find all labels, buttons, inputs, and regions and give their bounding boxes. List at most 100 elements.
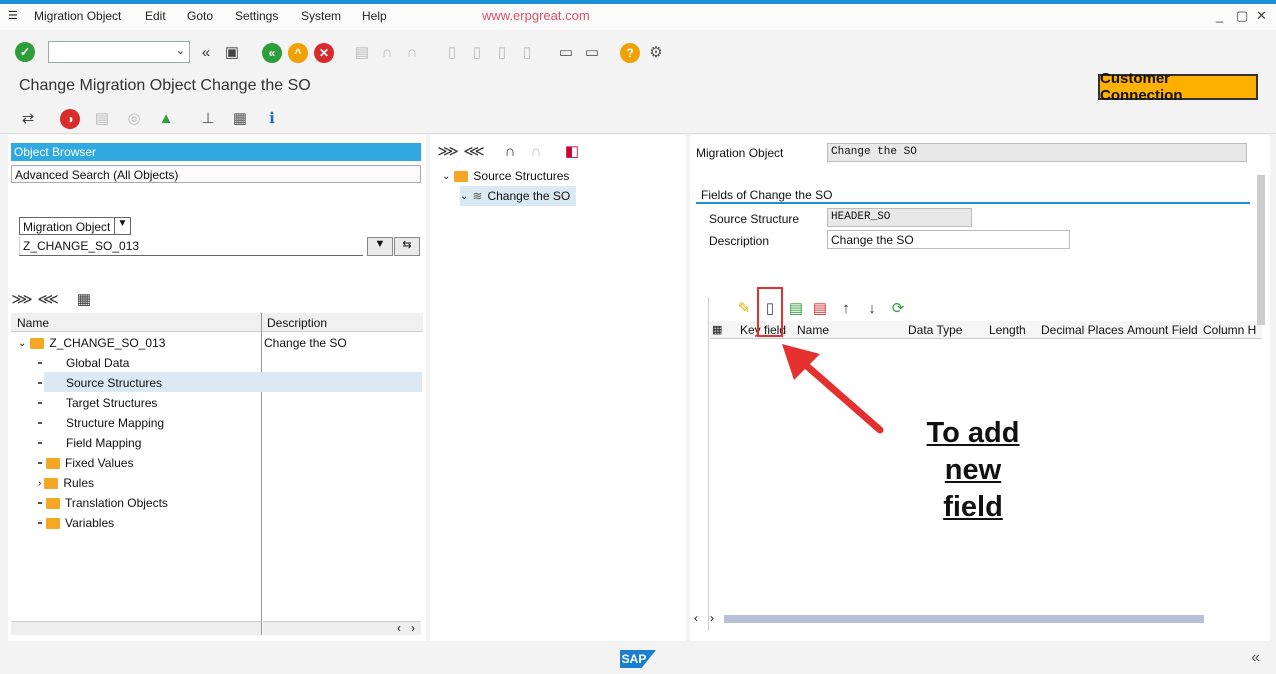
- collapse-all-icon[interactable]: ⋘: [37, 289, 58, 309]
- dropdown-icon[interactable]: ▼: [367, 237, 393, 256]
- tree-node-global-data[interactable]: Global Data: [38, 353, 129, 373]
- chevron-down-icon[interactable]: ⌄: [460, 191, 468, 202]
- sap-logo: SAP: [620, 650, 656, 668]
- scroll-right-icon[interactable]: ›: [411, 621, 415, 635]
- description-field[interactable]: Change the SO: [827, 230, 1070, 249]
- menu-edit[interactable]: Edit: [145, 9, 166, 23]
- create-session-icon[interactable]: ▭: [556, 42, 576, 62]
- chevron-right-icon[interactable]: ›: [38, 478, 41, 489]
- bullet-icon: [38, 382, 42, 384]
- find-icon[interactable]: ∩: [500, 141, 520, 161]
- maximize-icon[interactable]: ▢: [1236, 8, 1248, 24]
- refresh-icon[interactable]: ⟳: [888, 298, 908, 318]
- folder-icon: [30, 337, 45, 349]
- shortcut-icon[interactable]: ▭: [582, 42, 602, 62]
- move-down-icon[interactable]: ↓: [862, 298, 882, 318]
- info-icon[interactable]: ℹ: [262, 108, 282, 128]
- horizontal-scrollbar[interactable]: [724, 615, 1204, 623]
- source-structures-node[interactable]: ⌄ Source Structures: [442, 166, 569, 186]
- horizontal-scrollbar-description[interactable]: ‹ ›: [263, 621, 421, 635]
- generate-icon: ◎: [127, 110, 141, 127]
- move-up-icon[interactable]: ↑: [836, 298, 856, 318]
- menu-system[interactable]: System: [301, 9, 341, 23]
- scroll-left-icon[interactable]: ‹: [694, 611, 698, 625]
- scroll-right-icon[interactable]: ›: [710, 611, 714, 625]
- save-icon[interactable]: ▣: [222, 42, 242, 62]
- mapping-icon[interactable]: ▲: [156, 108, 176, 128]
- exit-icon[interactable]: ^: [288, 43, 308, 63]
- menu-help[interactable]: Help: [362, 9, 387, 23]
- minimize-icon[interactable]: _: [1216, 8, 1223, 23]
- object-browser-tab[interactable]: Object Browser: [11, 143, 421, 161]
- tree-node-source-structures[interactable]: Source Structures: [38, 373, 162, 393]
- tree-node-fixed-values[interactable]: Fixed Values: [38, 453, 133, 473]
- column-decimal-places[interactable]: Decimal Places: [1041, 323, 1124, 337]
- object-type-select[interactable]: Migration Object ▼: [19, 217, 131, 235]
- tree-node-label: Translation Objects: [65, 496, 168, 510]
- hierarchy-icon[interactable]: ⊥: [198, 108, 218, 128]
- menu-migration-object[interactable]: Migration Object: [34, 9, 121, 23]
- command-field[interactable]: ⌄: [48, 41, 190, 63]
- object-type-label: Migration Object: [23, 220, 111, 234]
- structure-options-icon[interactable]: ◧: [562, 141, 582, 161]
- folder-icon: [46, 497, 60, 509]
- menu-settings[interactable]: Settings: [235, 9, 278, 23]
- column-h[interactable]: Column H: [1203, 323, 1256, 337]
- check-icon[interactable]: ◑: [60, 109, 80, 129]
- display-object-icon[interactable]: ⇆: [394, 237, 420, 256]
- tree-node-label: Z_CHANGE_SO_013: [49, 336, 166, 350]
- annotation-line-3: field: [943, 491, 1003, 523]
- tree-node-field-mapping[interactable]: Field Mapping: [38, 433, 141, 453]
- settings-gear-icon[interactable]: ⚙: [646, 42, 666, 62]
- column-name[interactable]: Name: [797, 323, 829, 337]
- advanced-search-tab[interactable]: Advanced Search (All Objects): [11, 165, 421, 183]
- tree-node-label: Target Structures: [66, 396, 158, 410]
- horizontal-scrollbar[interactable]: [11, 621, 261, 635]
- close-icon[interactable]: ✕: [1256, 8, 1267, 24]
- column-length[interactable]: Length: [989, 323, 1026, 337]
- expand-all-icon[interactable]: ⋙: [437, 141, 458, 161]
- vertical-scrollbar[interactable]: [1256, 165, 1266, 425]
- chevron-down-icon[interactable]: ⌄: [442, 171, 450, 182]
- tree-node-translation-objects[interactable]: Translation Objects: [38, 493, 168, 513]
- column-amount-field[interactable]: Amount Field: [1127, 323, 1198, 337]
- tree-node-structure-mapping[interactable]: Structure Mapping: [38, 413, 164, 433]
- insert-row-icon[interactable]: ✎: [734, 298, 754, 318]
- annotation-arrow: [782, 344, 884, 434]
- collapse-all-icon[interactable]: ⋘: [463, 141, 484, 161]
- column-data-type[interactable]: Data Type: [908, 323, 962, 337]
- enter-check-icon[interactable]: ✓: [15, 42, 35, 62]
- column-divider: [261, 313, 262, 635]
- help-icon[interactable]: ?: [620, 43, 640, 63]
- customer-connection-button[interactable]: Customer Connection: [1098, 70, 1258, 104]
- bullet-icon: [38, 462, 42, 464]
- back-double-icon[interactable]: «: [196, 42, 216, 62]
- chevron-down-icon[interactable]: ▼: [114, 218, 130, 234]
- append-row-icon[interactable]: ▤: [786, 298, 806, 318]
- chevron-down-icon[interactable]: ⌄: [18, 338, 26, 349]
- scroll-thumb[interactable]: [1257, 175, 1265, 325]
- menu-goto[interactable]: Goto: [187, 9, 213, 23]
- tree-node-target-structures[interactable]: Target Structures: [38, 393, 157, 413]
- change-the-so-node[interactable]: ⌄ ≋ Change the SO: [460, 186, 577, 206]
- select-all-icon[interactable]: ▦: [712, 323, 722, 336]
- layout-icon[interactable]: ▦: [230, 108, 250, 128]
- root-description: Change the SO: [264, 336, 347, 350]
- display-change-icon[interactable]: ⇄: [18, 108, 38, 128]
- cancel-icon[interactable]: ✕: [314, 43, 334, 63]
- tree-node-root[interactable]: ⌄ Z_CHANGE_SO_013: [18, 333, 165, 353]
- tree-node-rules[interactable]: › Rules: [38, 473, 94, 493]
- find-next-icon: ∩: [406, 43, 418, 61]
- object-id-input[interactable]: Z_CHANGE_SO_013: [19, 237, 363, 256]
- chevron-down-icon[interactable]: ⌄: [176, 44, 185, 57]
- expand-all-icon[interactable]: ⋙: [11, 289, 32, 309]
- menu-icon[interactable]: ☰: [8, 9, 18, 22]
- status-expand-icon[interactable]: «: [1251, 649, 1260, 667]
- tree-settings-icon[interactable]: ▦: [74, 289, 94, 309]
- scroll-left-icon[interactable]: ‹: [397, 621, 401, 635]
- back-icon[interactable]: «: [262, 43, 282, 63]
- watermark-text: www.erpgreat.com: [482, 8, 590, 23]
- structure-icon: ≋: [472, 189, 483, 203]
- tree-node-variables[interactable]: Variables: [38, 513, 114, 533]
- delete-row-icon[interactable]: ▤: [810, 298, 830, 318]
